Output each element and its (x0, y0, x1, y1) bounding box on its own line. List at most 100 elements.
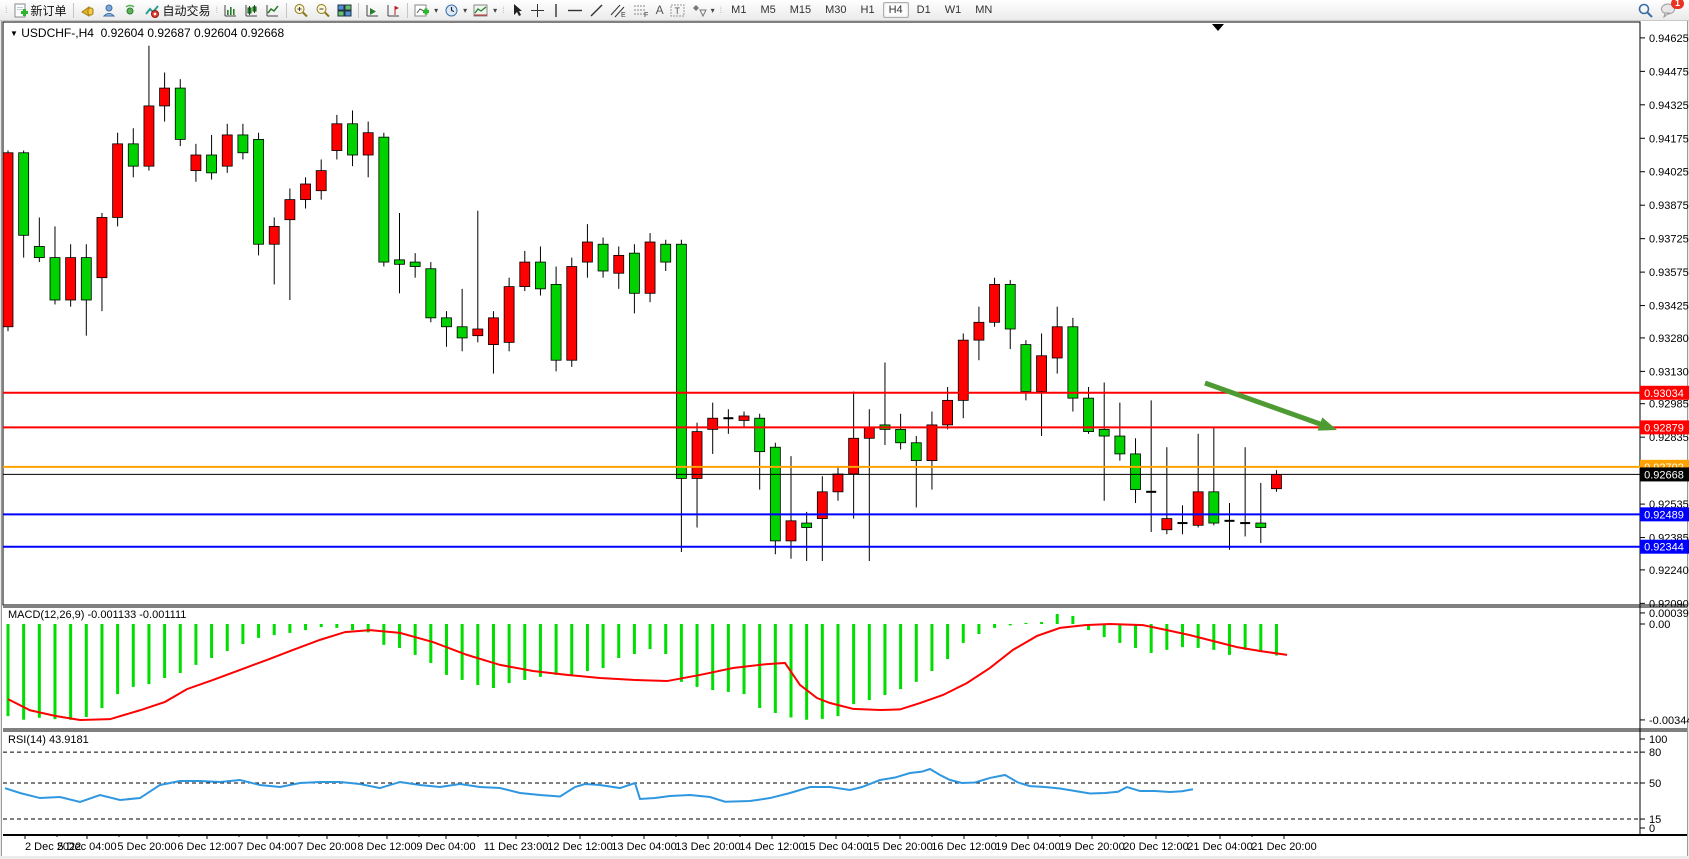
horizontal-line-button[interactable] (564, 1, 586, 19)
candle-body (410, 262, 420, 266)
timeframe-M15[interactable]: M15 (784, 2, 817, 18)
candle-body (379, 137, 389, 262)
rsi-axis-label: 50 (1649, 778, 1661, 790)
chart-symbol-title: USDCHF-,H4 (21, 26, 94, 40)
price-tick-label: 0.92240 (1649, 565, 1689, 577)
timeframe-bar: M1M5M15M30H1H4D1W1MN (724, 2, 999, 18)
rsi-axis-label: 0 (1649, 823, 1655, 835)
candle-body (19, 153, 29, 236)
chart-dropdown-icon[interactable]: ▼ (10, 29, 18, 38)
shapes-icon (692, 3, 707, 18)
signal-icon (123, 3, 138, 18)
candle-body (144, 106, 154, 166)
candle-body (238, 135, 248, 153)
zoom-in-button[interactable] (290, 1, 312, 19)
horizontal-line-icon (567, 3, 583, 18)
periods-button[interactable]: ▾ (441, 1, 470, 19)
vertical-line-button[interactable] (548, 1, 564, 19)
auto-trading-icon (144, 3, 160, 18)
candle-body (1131, 454, 1141, 490)
dropdown-arrow-icon: ▾ (493, 6, 497, 15)
templates-button[interactable]: ▾ (470, 1, 500, 19)
signals-button[interactable] (120, 1, 141, 19)
candle-body (473, 329, 483, 336)
candle-body (1209, 492, 1219, 523)
notifications-button[interactable]: 1 (1657, 1, 1681, 19)
candle-body (551, 284, 561, 360)
price-tick-label: 0.94175 (1649, 133, 1689, 145)
candle-body (990, 284, 1000, 322)
text-label-button[interactable]: T (667, 1, 689, 19)
price-level-tag-label: 0.93034 (1644, 388, 1684, 400)
timeframe-H4[interactable]: H4 (883, 2, 909, 18)
rsi-axis-label: 80 (1649, 747, 1661, 759)
line-chart-button[interactable] (262, 1, 283, 19)
tile-windows-button[interactable] (334, 1, 355, 19)
auto-scroll-button[interactable] (362, 1, 383, 19)
chart-shift-button[interactable] (383, 1, 404, 19)
candle-body (269, 226, 279, 244)
line-chart-icon (265, 3, 280, 18)
timeframe-M5[interactable]: M5 (754, 2, 781, 18)
timeframe-M1[interactable]: M1 (725, 2, 752, 18)
rsi-axis-label: 100 (1649, 734, 1667, 746)
timeframe-D1[interactable]: D1 (911, 2, 937, 18)
price-tick-label: 0.94025 (1649, 167, 1689, 179)
candle-body (34, 246, 44, 257)
community-button[interactable] (99, 1, 120, 19)
time-label: 15 Dec 04:00 (803, 841, 868, 853)
channel-button[interactable]: E (607, 1, 630, 19)
timeframe-M30[interactable]: M30 (819, 2, 852, 18)
zoom-out-button[interactable] (312, 1, 334, 19)
trendline-button[interactable] (586, 1, 607, 19)
timeframe-W1[interactable]: W1 (939, 2, 968, 18)
new-order-button[interactable]: 新订单 (10, 1, 70, 19)
megaphone-button[interactable] (77, 1, 99, 19)
chat-icon: 1 (1660, 2, 1678, 18)
person-icon (102, 3, 117, 18)
candlestick-icon (244, 3, 259, 18)
crosshair-button[interactable] (527, 1, 548, 19)
bar-chart-icon (223, 3, 238, 18)
price-tick-label: 0.93425 (1649, 301, 1689, 313)
candle-body (50, 258, 60, 300)
candle-body (676, 244, 686, 478)
candle-body (629, 253, 639, 293)
cursor-button[interactable] (507, 1, 527, 19)
time-label: 13 Dec 20:00 (675, 841, 740, 853)
trendline-icon (589, 3, 604, 18)
candle-body (1193, 492, 1203, 525)
candle-body (1271, 474, 1281, 488)
symbol-title-row[interactable]: ▼ USDCHF-,H4 0.92604 0.92687 0.92604 0.9… (10, 26, 284, 40)
candle-body (316, 171, 326, 191)
time-label: 16 Dec 12:00 (931, 841, 996, 853)
shapes-button[interactable]: ▾ (689, 1, 718, 19)
candle-body (661, 244, 671, 262)
macd-indicator-label: MACD(12,26,9) -0.001133 -0.001111 (8, 609, 186, 621)
auto-trading-button[interactable]: 自动交易 (141, 1, 214, 19)
chart-canvas[interactable]: 0.946250.944750.943250.941750.940250.938… (0, 0, 1689, 859)
price-tick-label: 0.93280 (1649, 333, 1689, 345)
timeframe-MN[interactable]: MN (969, 2, 998, 18)
bar-chart-button[interactable] (220, 1, 241, 19)
fibonacci-button[interactable]: F (630, 1, 653, 19)
candle-body (222, 135, 232, 166)
text-button[interactable]: A (653, 1, 667, 19)
price-level-tag-label: 0.92344 (1644, 542, 1684, 554)
macd-name: MACD(12,26,9) (8, 609, 84, 621)
search-button[interactable] (1634, 1, 1657, 19)
template-icon (473, 3, 489, 18)
time-label: 9 Dec 04:00 (416, 841, 475, 853)
separator (407, 3, 408, 18)
price-tick-label: 0.94325 (1649, 100, 1689, 112)
price-tick-label: 0.93130 (1649, 366, 1689, 378)
candlestick-button[interactable] (241, 1, 262, 19)
timeframe-H1[interactable]: H1 (855, 2, 881, 18)
candle-body (285, 200, 295, 220)
indicators-button[interactable]: ▾ (411, 1, 441, 19)
candle-body (786, 521, 796, 541)
time-label: 21 Dec 04:00 (1187, 841, 1252, 853)
candle-body (535, 262, 545, 289)
price-level-tag-label: 0.92489 (1644, 509, 1684, 521)
candle-body (395, 260, 405, 264)
